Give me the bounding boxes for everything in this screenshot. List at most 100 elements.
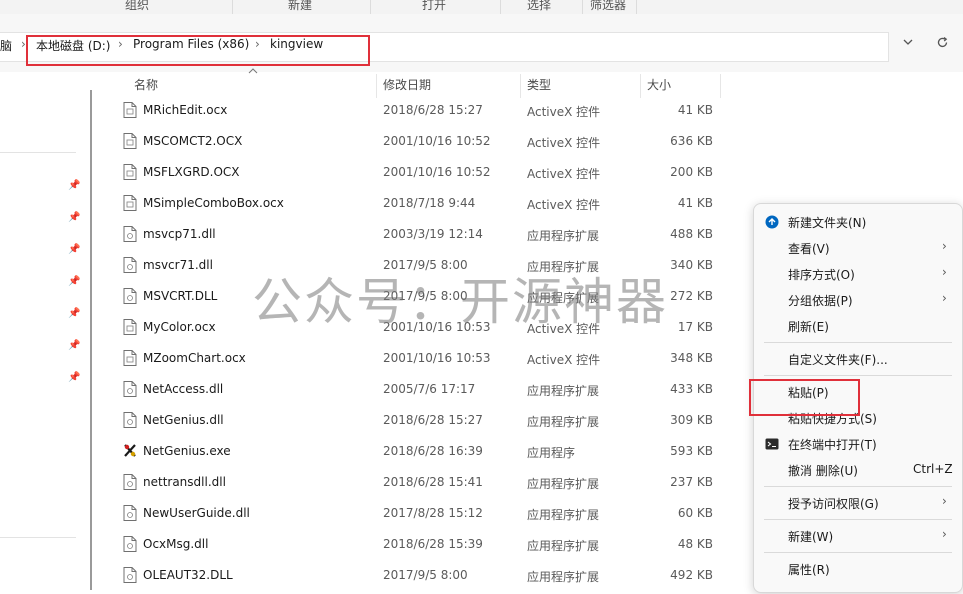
file-row[interactable]: MZoomChart.ocx 2001/10/16 10:53 ActiveX …	[118, 344, 728, 375]
column-divider[interactable]	[376, 74, 377, 98]
menu-item-new[interactable]: 新建(W) ›	[754, 523, 962, 549]
menu-item-label: 在终端中打开(T)	[788, 438, 877, 452]
column-header-size[interactable]: 大小	[647, 76, 671, 93]
file-type: 应用程序扩展	[527, 570, 600, 584]
terminal-icon	[765, 438, 779, 450]
organize-button[interactable]: 组织	[125, 0, 149, 13]
file-icon	[123, 474, 137, 490]
file-size: 636 KB	[670, 134, 713, 148]
file-row[interactable]: NetGenius.exe 2018/6/28 16:39 应用程序 593 K…	[118, 437, 728, 468]
file-icon	[123, 505, 137, 521]
file-row[interactable]: NetAccess.dll 2005/7/6 17:17 应用程序扩展 433 …	[118, 375, 728, 406]
file-size: 60 KB	[677, 506, 713, 520]
file-icon	[123, 350, 137, 366]
file-date: 2005/7/6 17:17	[383, 382, 476, 396]
menu-item-label: 撤消 删除(U)	[788, 464, 858, 478]
menu-item-open-in-terminal[interactable]: 在终端中打开(T)	[754, 431, 962, 457]
file-size: 492 KB	[670, 568, 713, 582]
menu-item-label: 授予访问权限(G)	[788, 497, 879, 511]
menu-item-give-access[interactable]: 授予访问权限(G) ›	[754, 490, 962, 516]
refresh-icon[interactable]	[936, 36, 949, 53]
file-icon	[123, 164, 137, 180]
file-type: 应用程序扩展	[527, 229, 600, 243]
pin-icon: 📌	[68, 244, 81, 255]
select-button[interactable]: 选择	[527, 0, 551, 13]
menu-item-sort-by[interactable]: 排序方式(O) ›	[754, 261, 962, 287]
file-row[interactable]: OLEAUT32.DLL 2017/9/5 8:00 应用程序扩展 492 KB	[118, 561, 728, 592]
menu-item-view[interactable]: 查看(V) ›	[754, 235, 962, 261]
breadcrumb-computer[interactable]: 脑	[0, 37, 12, 54]
file-name: MSFLXGRD.OCX	[143, 165, 240, 179]
submenu-arrow-icon: ›	[942, 291, 947, 305]
file-size: 41 KB	[677, 103, 713, 117]
menu-item-refresh[interactable]: 刷新(E)	[754, 313, 962, 339]
menu-item-undo-delete[interactable]: 撤消 删除(U) Ctrl+Z	[754, 457, 962, 483]
menu-item-label: 刷新(E)	[788, 320, 829, 334]
pin-icon: 📌	[68, 212, 81, 223]
file-date: 2018/7/18 9:44	[383, 196, 476, 210]
submenu-arrow-icon: ›	[942, 527, 947, 541]
file-date: 2001/10/16 10:53	[383, 351, 491, 365]
file-row[interactable]: MRichEdit.ocx 2018/6/28 15:27 ActiveX 控件…	[118, 96, 728, 127]
file-size: 200 KB	[670, 165, 713, 179]
chevron-down-icon[interactable]	[902, 36, 914, 52]
file-type: ActiveX 控件	[527, 167, 601, 181]
file-name: MZoomChart.ocx	[143, 351, 246, 365]
nav-scrollbar[interactable]	[90, 90, 92, 590]
file-row[interactable]: MSFLXGRD.OCX 2001/10/16 10:52 ActiveX 控件…	[118, 158, 728, 189]
file-date: 2001/10/16 10:52	[383, 165, 491, 179]
column-divider[interactable]	[520, 74, 521, 98]
file-type: ActiveX 控件	[527, 198, 601, 212]
file-size: 488 KB	[670, 227, 713, 241]
file-type: 应用程序扩展	[527, 477, 600, 491]
file-size: 348 KB	[670, 351, 713, 365]
file-type: ActiveX 控件	[527, 105, 601, 119]
file-name: msvcr71.dll	[143, 258, 213, 272]
file-row[interactable]: NewUserGuide.dll 2017/8/28 15:12 应用程序扩展 …	[118, 499, 728, 530]
file-row[interactable]: MSimpleComboBox.ocx 2018/7/18 9:44 Activ…	[118, 189, 728, 220]
file-date: 2018/6/28 16:39	[383, 444, 483, 458]
pin-icon: 📌	[68, 180, 81, 191]
column-header-name[interactable]: 名称	[134, 76, 158, 93]
file-icon	[123, 102, 137, 118]
file-row[interactable]: NetGenius.dll 2018/6/28 15:27 应用程序扩展 309…	[118, 406, 728, 437]
file-type: 应用程序扩展	[527, 384, 600, 398]
column-header-type[interactable]: 类型	[527, 76, 551, 93]
menu-item-new-folder[interactable]: 新建文件夹(N)	[754, 209, 962, 235]
column-divider[interactable]	[720, 74, 721, 98]
file-row[interactable]: msvcp71.dll 2003/3/19 12:14 应用程序扩展 488 K…	[118, 220, 728, 251]
file-icon	[123, 226, 137, 242]
menu-item-customize-folder[interactable]: 自定义文件夹(F)...	[754, 346, 962, 372]
file-name: OcxMsg.dll	[143, 537, 209, 551]
menu-item-group-by[interactable]: 分组依据(P) ›	[754, 287, 962, 313]
toolbar-divider	[582, 0, 583, 14]
file-name: MSVCRT.DLL	[143, 289, 218, 303]
file-type: 应用程序扩展	[527, 539, 600, 553]
file-name: msvcp71.dll	[143, 227, 216, 241]
menu-item-label: 自定义文件夹(F)...	[788, 353, 888, 367]
file-type: 应用程序	[527, 446, 576, 460]
open-button[interactable]: 打开	[422, 0, 446, 13]
file-row[interactable]: OcxMsg.dll 2018/6/28 15:39 应用程序扩展 48 KB	[118, 530, 728, 561]
column-header-date[interactable]: 修改日期	[383, 76, 431, 93]
file-name: NewUserGuide.dll	[143, 506, 250, 520]
file-icon	[123, 536, 137, 552]
file-icon	[123, 257, 137, 273]
file-icon	[123, 567, 137, 583]
file-type: ActiveX 控件	[527, 136, 601, 150]
file-icon	[123, 381, 137, 397]
new-button[interactable]: 新建	[288, 0, 312, 13]
file-row[interactable]: MSCOMCT2.OCX 2001/10/16 10:52 ActiveX 控件…	[118, 127, 728, 158]
toolbar-divider	[636, 0, 637, 14]
address-highlight-box	[26, 35, 370, 66]
column-divider[interactable]	[640, 74, 641, 98]
file-row[interactable]: nettransdll.dll 2018/6/28 15:41 应用程序扩展 2…	[118, 468, 728, 499]
menu-separator	[764, 342, 952, 343]
file-icon	[123, 319, 137, 335]
file-size: 593 KB	[670, 444, 713, 458]
file-size: 309 KB	[670, 413, 713, 427]
pin-icon: 📌	[68, 276, 81, 287]
filter-button[interactable]: 筛选器	[590, 0, 626, 13]
menu-item-properties[interactable]: 属性(R)	[754, 556, 962, 582]
menu-separator	[764, 486, 952, 487]
